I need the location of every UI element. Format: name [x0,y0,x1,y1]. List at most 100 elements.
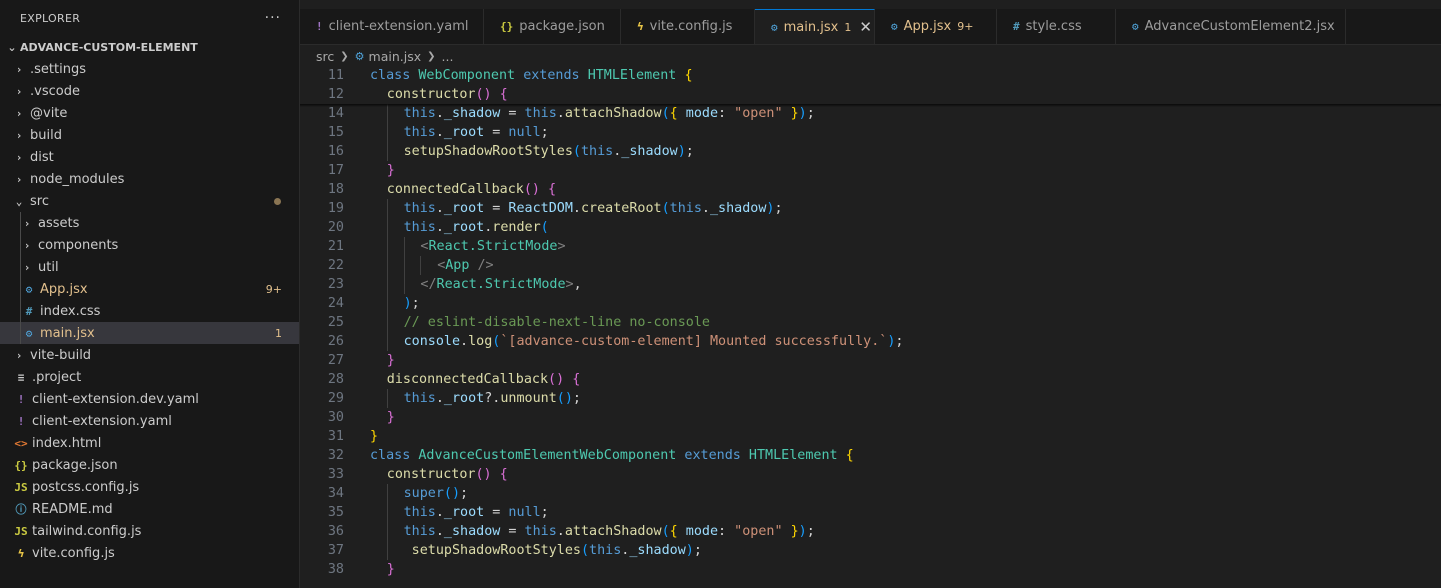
project-section-header[interactable]: ⌄ ADVANCE-CUSTOM-ELEMENT [0,36,299,58]
code-line[interactable]: 25 // eslint-disable-next-line no-console [300,313,1441,332]
code-token: `[advance-custom-element] Mounted succes… [500,334,888,349]
tree-item-label: src [30,193,49,209]
code-token: _root [443,505,485,520]
line-number: 17 [327,163,344,178]
tree-item[interactable]: › build [0,124,299,146]
tree-item[interactable]: ! client-extension.dev.yaml [0,388,299,410]
code-token: > [557,239,566,254]
code-line[interactable]: 33 constructor() { [300,465,1441,484]
tree-item[interactable]: ≡ .project [0,366,299,388]
breadcrumb-file[interactable]: main.jsx [369,49,422,64]
settings-file-icon: ≡ [17,370,25,384]
json-icon: {} [14,458,28,472]
line-number: 27 [327,353,344,368]
problem-count-badge: 1 [275,326,282,340]
more-actions-icon[interactable]: ··· [265,10,281,26]
tree-item[interactable]: › dist [0,146,299,168]
explorer-title: EXPLORER [20,11,81,25]
tree-item[interactable]: › components [0,234,299,256]
code-line[interactable]: 32 class AdvanceCustomElementWebComponent… [300,446,1441,465]
tree-item[interactable]: ! client-extension.yaml [0,410,299,432]
sticky-scroll-line[interactable]: 11 class WebComponent extends HTMLElement… [300,66,1441,85]
indent-guide [20,322,21,344]
code-line[interactable]: 37 setupShadowRootStyles(this._shadow); [300,541,1441,560]
code-line[interactable]: 27} [300,351,1441,370]
tree-item[interactable]: ϟ vite.config.js [0,542,299,564]
code-line[interactable]: 20 this._root.render( [300,218,1441,237]
code-line[interactable]: 26 console.log(`[advance-custom-element] … [300,332,1441,351]
tree-item[interactable]: › @vite [0,102,299,124]
editor-tab[interactable]: ϟ vite.config.js [621,9,755,44]
editor-tab[interactable]: ⚙ main.jsx 1 ✕ [755,9,875,44]
tree-item[interactable]: › node_modules [0,168,299,190]
tree-item[interactable]: › .vscode [0,80,299,102]
tree-item[interactable]: › .settings [0,58,299,80]
code-text: setupShadowRootStyles(this._shadow); [404,541,702,560]
code-token: setupShadowRootStyles [411,543,581,558]
code-token: ; [806,106,815,121]
code-token: > [565,277,574,292]
code-token: ?. [484,391,501,406]
code-line[interactable]: 22 <App /> [300,256,1441,275]
code-line[interactable]: 15 this._root = null; [300,123,1441,142]
code-token: this [524,524,557,539]
code-line[interactable]: 28 disconnectedCallback() { [300,370,1441,389]
tree-item[interactable]: <> index.html [0,432,299,454]
tree-item[interactable]: {} package.json [0,454,299,476]
tree-item[interactable]: ⚙ App.jsx 9+ [0,278,299,300]
code-line[interactable]: 17} [300,161,1441,180]
code-token: class [370,448,419,463]
code-line[interactable]: 24); [300,294,1441,313]
code-line[interactable]: 21 <React.StrictMode> [300,237,1441,256]
editor-tab[interactable]: # style.css [997,9,1116,44]
editor-tab[interactable]: ⚙ App.jsx 9+ [875,9,997,44]
code-line[interactable]: 18 connectedCallback() { [300,180,1441,199]
code-token: = [484,201,509,216]
code-line[interactable]: 16 setupShadowRootStyles(this._shadow); [300,142,1441,161]
tree-item[interactable]: ⓘ README.md [0,498,299,520]
tree-item[interactable]: # index.css [0,300,299,322]
code-line[interactable]: 23 </React.StrictMode>, [300,275,1441,294]
code-text: this._shadow = this.attachShadow({ mode:… [404,522,815,541]
editor-tab[interactable]: {} package.json [484,9,621,44]
line-number: 29 [327,391,344,406]
json-icon: {} [500,20,514,33]
tree-item-label: main.jsx [40,325,95,341]
code-line[interactable]: 38} [300,560,1441,579]
code-line[interactable]: 30} [300,408,1441,427]
close-tab-icon[interactable]: ✕ [859,18,872,36]
sticky-scroll-line[interactable]: 12 constructor() { [300,85,1441,104]
breadcrumb-src[interactable]: src [316,49,334,64]
code-line[interactable]: 35 this._root = null; [300,503,1441,522]
indent-guide [386,294,388,313]
react-icon: ⚙ [1132,20,1139,33]
code-token: App [445,258,478,273]
editor-tab[interactable]: ⚙ AdvanceCustomElement2.jsx [1116,9,1346,44]
code-editor[interactable]: 11 class WebComponent extends HTMLElement… [300,66,1441,588]
code-line[interactable]: 36 this._shadow = this.attachShadow({ mod… [300,522,1441,541]
code-line[interactable]: 19 this._root = ReactDOM.createRoot(this.… [300,199,1441,218]
tree-item-label: index.css [40,303,101,319]
tree-item[interactable]: ⚙ main.jsx 1 [0,322,299,344]
tree-item[interactable]: › assets [0,212,299,234]
code-line[interactable]: 31} [300,427,1441,446]
tree-item[interactable]: JS tailwind.config.js [0,520,299,542]
tree-item[interactable]: › vite-build [0,344,299,366]
breadcrumb-more[interactable]: ... [442,49,454,64]
code-token: } [370,429,379,444]
tree-item[interactable]: JS postcss.config.js [0,476,299,498]
code-token: . [435,106,444,121]
line-number: 32 [327,448,344,463]
chevron-right-icon: ❯ [340,50,349,62]
code-token: ; [895,334,904,349]
tree-item[interactable]: › util [0,256,299,278]
code-token: _root [443,220,485,235]
yaml-icon: ! [17,414,25,428]
chevron-right-icon: › [15,84,23,98]
line-number: 19 [327,201,344,216]
code-token: AdvanceCustomElementWebComponent [418,448,685,463]
code-line[interactable]: 34 super(); [300,484,1441,503]
editor-tab[interactable]: ! client-extension.yaml [300,9,484,44]
code-line[interactable]: 29 this._root?.unmount(); [300,389,1441,408]
tree-item[interactable]: ⌄ src [0,190,299,212]
